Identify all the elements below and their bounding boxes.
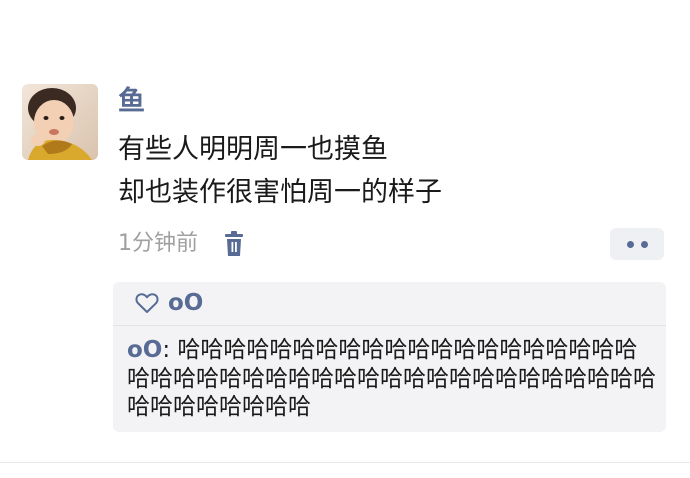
comment-item[interactable]: oO: 哈哈哈哈哈哈哈哈哈哈哈哈哈哈哈哈哈哈哈哈哈哈哈哈哈哈哈哈哈哈哈哈哈哈哈哈… <box>127 336 657 422</box>
more-options-button[interactable] <box>610 228 664 260</box>
like-row: oO <box>113 282 666 326</box>
comment-separator: : <box>162 337 178 363</box>
more-dots-icon <box>626 240 634 248</box>
post-text-line: 有些人明明周一也摸鱼 <box>118 134 388 165</box>
avatar[interactable] <box>22 84 98 160</box>
more-dots-icon <box>640 240 648 248</box>
comment-text: 哈哈哈哈哈哈哈哈哈哈哈哈哈哈哈哈哈哈哈哈哈哈哈哈哈哈哈哈哈哈哈哈哈哈哈哈哈哈哈哈… <box>127 337 656 420</box>
post-timestamp: 1分钟前 <box>118 231 198 256</box>
avatar-photo <box>22 84 98 160</box>
trash-icon[interactable] <box>222 230 246 258</box>
heart-outline-icon <box>135 292 159 314</box>
interaction-panel: oO oO: 哈哈哈哈哈哈哈哈哈哈哈哈哈哈哈哈哈哈哈哈哈哈哈哈哈哈哈哈哈哈哈哈哈… <box>113 282 666 432</box>
comment-user-name[interactable]: oO <box>127 337 162 363</box>
post-text-line: 却也装作很害怕周一的样子 <box>118 177 442 208</box>
like-user-name[interactable]: oO <box>168 288 203 318</box>
post-author-name[interactable]: 鱼 <box>118 86 145 118</box>
divider <box>0 462 690 463</box>
post-content: 有些人明明周一也摸鱼 却也装作很害怕周一的样子 <box>118 128 442 214</box>
